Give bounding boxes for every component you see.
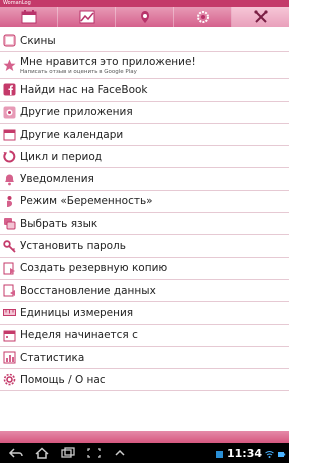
menu-item-label: Помощь / О нас	[20, 373, 106, 386]
clock: 11:34	[226, 446, 262, 460]
menu-item-label: Статистика	[20, 351, 85, 364]
menu-item-label: Другие календари	[20, 128, 124, 141]
menu-item-label: Восстановление данных	[20, 284, 156, 297]
menu-item-statistics[interactable]: Статистика	[0, 347, 289, 370]
menu-item-facebook[interactable]: Найди нас на FaceBook	[0, 79, 289, 102]
menu-item-label: Мне нравится это приложение!	[20, 55, 196, 68]
menu-item-create-backup[interactable]: Создать резервную копию	[0, 258, 289, 280]
tools-icon	[253, 10, 268, 23]
menu-item-choose-language[interactable]: Выбрать язык	[0, 213, 289, 236]
pregnancy-icon	[7, 195, 13, 207]
menu-item-cycle-period[interactable]: Цикл и период	[0, 146, 289, 169]
cycle-icon	[3, 150, 16, 163]
menu-item-label: Единицы измерения	[20, 306, 134, 319]
app-title: WomanLog	[3, 0, 31, 6]
system-navigation-bar: 11:34	[0, 443, 289, 463]
profile-icon	[140, 11, 149, 23]
menu-item-other-apps[interactable]: Другие приложения	[0, 102, 289, 124]
recent-apps-icon	[61, 447, 75, 458]
chart-icon	[79, 10, 94, 24]
menu-item-label: Другие приложения	[20, 106, 133, 119]
menu-item-set-password[interactable]: Установить пароль	[0, 235, 289, 258]
screenshot-icon	[87, 448, 101, 458]
menu-item-label: Уведомления	[20, 173, 94, 186]
menu-item-week-starts[interactable]: Неделя начинается с	[0, 325, 289, 347]
back-icon	[8, 448, 23, 458]
wifi-icon	[265, 444, 274, 463]
home-icon	[35, 447, 49, 459]
chevron-up-icon	[115, 449, 125, 456]
calendars-icon	[3, 129, 16, 141]
language-icon	[4, 218, 16, 230]
menu-item-skins[interactable]: Скины	[0, 30, 289, 53]
notifications-icon	[5, 174, 14, 186]
menu-item-sublabel: Написать отзыв и оценить в Google Play	[20, 68, 137, 75]
menu-item-units[interactable]: Единицы измерения	[0, 302, 289, 325]
back-button[interactable]	[6, 446, 26, 460]
skins-icon	[3, 34, 16, 47]
battery-icon	[277, 444, 286, 463]
menu-item-other-calendars[interactable]: Другие календари	[0, 124, 289, 147]
main-tab-bar	[0, 7, 289, 27]
settings-menu-list: Скины Мне нравится это приложение! Напис…	[0, 30, 289, 392]
menu-item-help-about[interactable]: Помощь / О нас	[0, 369, 289, 392]
help-icon	[3, 373, 16, 386]
key-icon	[3, 239, 16, 253]
star-icon	[3, 59, 16, 71]
menu-up-button[interactable]	[110, 446, 130, 460]
tab-chart[interactable]	[58, 7, 116, 27]
home-button[interactable]	[32, 446, 52, 460]
tab-flower[interactable]	[174, 7, 232, 27]
menu-item-rate-app[interactable]: Мне нравится это приложение! Написать от…	[0, 52, 289, 80]
menu-item-restore-data[interactable]: Восстановление данных	[0, 280, 289, 303]
calendar-icon	[21, 10, 36, 24]
menu-item-label: Цикл и период	[20, 150, 103, 163]
tab-profile[interactable]	[116, 7, 174, 27]
bottom-accent-band	[0, 431, 289, 443]
screenshot-button[interactable]	[84, 446, 104, 460]
facebook-icon	[3, 83, 16, 96]
tab-calendar[interactable]	[0, 7, 58, 27]
tab-tools[interactable]	[232, 7, 289, 27]
week-icon	[3, 330, 16, 342]
menu-item-label: Скины	[20, 34, 56, 47]
menu-item-label: Создать резервную копию	[20, 262, 168, 275]
recent-apps-button[interactable]	[58, 446, 78, 460]
menu-item-pregnancy-mode[interactable]: Режим «Беременность»	[0, 191, 289, 214]
backup-icon	[3, 262, 15, 275]
app-title-bar: WomanLog	[0, 0, 289, 7]
apps-icon	[3, 106, 16, 119]
statistics-icon	[3, 351, 16, 364]
units-icon	[3, 309, 16, 317]
menu-item-notifications[interactable]: Уведомления	[0, 168, 289, 191]
menu-item-label: Неделя начинается с	[20, 329, 138, 342]
menu-item-label: Выбрать язык	[20, 217, 98, 230]
menu-item-label: Режим «Беременность»	[20, 195, 153, 208]
notification-icon	[215, 444, 224, 463]
restore-icon	[3, 284, 15, 297]
flower-icon	[196, 11, 209, 23]
menu-item-label: Установить пароль	[20, 240, 126, 253]
menu-item-label: Найди нас на FaceBook	[20, 83, 148, 96]
status-area: 11:34	[215, 443, 286, 463]
